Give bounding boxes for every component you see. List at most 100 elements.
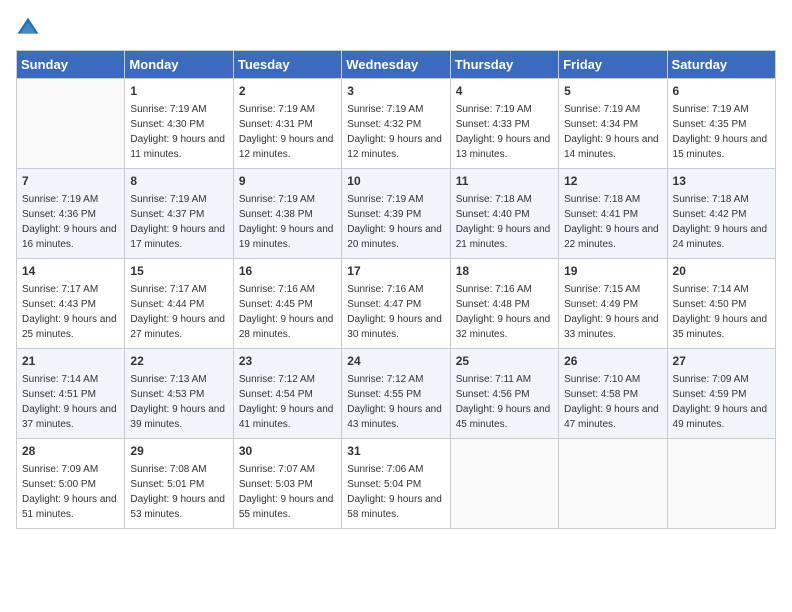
day-sunrise: Sunrise: 7:11 AM — [456, 374, 531, 385]
day-sunset: Sunset: 4:56 PM — [456, 389, 530, 400]
day-daylight: Daylight: 9 hours and 53 minutes. — [130, 494, 225, 520]
day-sunset: Sunset: 4:48 PM — [456, 299, 530, 310]
calendar-cell: 17 Sunrise: 7:16 AM Sunset: 4:47 PM Dayl… — [342, 259, 450, 349]
day-sunrise: Sunrise: 7:19 AM — [347, 194, 423, 205]
day-sunrise: Sunrise: 7:09 AM — [22, 464, 98, 475]
calendar-week-1: 1 Sunrise: 7:19 AM Sunset: 4:30 PM Dayli… — [17, 79, 776, 169]
day-number: 12 — [564, 173, 661, 190]
calendar-cell: 23 Sunrise: 7:12 AM Sunset: 4:54 PM Dayl… — [233, 349, 341, 439]
day-number: 25 — [456, 353, 553, 370]
calendar-cell: 29 Sunrise: 7:08 AM Sunset: 5:01 PM Dayl… — [125, 439, 233, 529]
day-sunset: Sunset: 4:45 PM — [239, 299, 313, 310]
day-daylight: Daylight: 9 hours and 39 minutes. — [130, 404, 225, 430]
day-sunset: Sunset: 4:33 PM — [456, 119, 530, 130]
calendar-cell: 10 Sunrise: 7:19 AM Sunset: 4:39 PM Dayl… — [342, 169, 450, 259]
day-sunrise: Sunrise: 7:10 AM — [564, 374, 640, 385]
day-sunrise: Sunrise: 7:19 AM — [239, 194, 315, 205]
day-sunrise: Sunrise: 7:15 AM — [564, 284, 640, 295]
day-sunset: Sunset: 4:42 PM — [673, 209, 747, 220]
day-daylight: Daylight: 9 hours and 24 minutes. — [673, 224, 768, 250]
day-number: 18 — [456, 263, 553, 280]
day-sunrise: Sunrise: 7:06 AM — [347, 464, 423, 475]
calendar-cell: 16 Sunrise: 7:16 AM Sunset: 4:45 PM Dayl… — [233, 259, 341, 349]
day-number: 17 — [347, 263, 444, 280]
day-number: 8 — [130, 173, 227, 190]
day-number: 13 — [673, 173, 770, 190]
col-thursday: Thursday — [450, 51, 558, 79]
day-number: 16 — [239, 263, 336, 280]
day-number: 2 — [239, 83, 336, 100]
day-sunset: Sunset: 4:43 PM — [22, 299, 96, 310]
calendar-cell: 24 Sunrise: 7:12 AM Sunset: 4:55 PM Dayl… — [342, 349, 450, 439]
day-daylight: Daylight: 9 hours and 41 minutes. — [239, 404, 334, 430]
day-sunrise: Sunrise: 7:19 AM — [456, 104, 532, 115]
day-sunset: Sunset: 4:40 PM — [456, 209, 530, 220]
calendar-cell — [17, 79, 125, 169]
calendar-cell: 2 Sunrise: 7:19 AM Sunset: 4:31 PM Dayli… — [233, 79, 341, 169]
day-sunrise: Sunrise: 7:19 AM — [130, 104, 206, 115]
day-daylight: Daylight: 9 hours and 47 minutes. — [564, 404, 659, 430]
day-daylight: Daylight: 9 hours and 43 minutes. — [347, 404, 442, 430]
calendar-cell — [450, 439, 558, 529]
day-sunset: Sunset: 4:50 PM — [673, 299, 747, 310]
day-sunset: Sunset: 4:55 PM — [347, 389, 421, 400]
calendar-cell: 9 Sunrise: 7:19 AM Sunset: 4:38 PM Dayli… — [233, 169, 341, 259]
calendar-cell — [559, 439, 667, 529]
day-sunset: Sunset: 4:58 PM — [564, 389, 638, 400]
day-daylight: Daylight: 9 hours and 55 minutes. — [239, 494, 334, 520]
day-daylight: Daylight: 9 hours and 12 minutes. — [239, 134, 334, 160]
calendar-cell: 22 Sunrise: 7:13 AM Sunset: 4:53 PM Dayl… — [125, 349, 233, 439]
page-header — [16, 16, 776, 40]
day-sunrise: Sunrise: 7:19 AM — [22, 194, 98, 205]
day-daylight: Daylight: 9 hours and 35 minutes. — [673, 314, 768, 340]
day-sunset: Sunset: 4:36 PM — [22, 209, 96, 220]
day-number: 5 — [564, 83, 661, 100]
calendar-week-5: 28 Sunrise: 7:09 AM Sunset: 5:00 PM Dayl… — [17, 439, 776, 529]
calendar-cell: 6 Sunrise: 7:19 AM Sunset: 4:35 PM Dayli… — [667, 79, 775, 169]
day-number: 30 — [239, 443, 336, 460]
day-number: 28 — [22, 443, 119, 460]
day-number: 20 — [673, 263, 770, 280]
col-saturday: Saturday — [667, 51, 775, 79]
day-daylight: Daylight: 9 hours and 15 minutes. — [673, 134, 768, 160]
day-sunset: Sunset: 4:49 PM — [564, 299, 638, 310]
calendar-cell: 19 Sunrise: 7:15 AM Sunset: 4:49 PM Dayl… — [559, 259, 667, 349]
day-sunrise: Sunrise: 7:12 AM — [347, 374, 423, 385]
day-daylight: Daylight: 9 hours and 51 minutes. — [22, 494, 117, 520]
day-daylight: Daylight: 9 hours and 58 minutes. — [347, 494, 442, 520]
calendar-cell: 1 Sunrise: 7:19 AM Sunset: 4:30 PM Dayli… — [125, 79, 233, 169]
day-sunrise: Sunrise: 7:09 AM — [673, 374, 749, 385]
day-sunset: Sunset: 5:04 PM — [347, 479, 421, 490]
day-sunrise: Sunrise: 7:19 AM — [130, 194, 206, 205]
day-number: 10 — [347, 173, 444, 190]
calendar-cell: 28 Sunrise: 7:09 AM Sunset: 5:00 PM Dayl… — [17, 439, 125, 529]
day-sunset: Sunset: 4:30 PM — [130, 119, 204, 130]
day-sunrise: Sunrise: 7:19 AM — [347, 104, 423, 115]
day-sunset: Sunset: 5:01 PM — [130, 479, 204, 490]
day-number: 27 — [673, 353, 770, 370]
calendar-cell: 18 Sunrise: 7:16 AM Sunset: 4:48 PM Dayl… — [450, 259, 558, 349]
day-sunset: Sunset: 4:53 PM — [130, 389, 204, 400]
calendar-cell: 12 Sunrise: 7:18 AM Sunset: 4:41 PM Dayl… — [559, 169, 667, 259]
calendar-cell: 4 Sunrise: 7:19 AM Sunset: 4:33 PM Dayli… — [450, 79, 558, 169]
day-sunrise: Sunrise: 7:19 AM — [239, 104, 315, 115]
col-monday: Monday — [125, 51, 233, 79]
day-daylight: Daylight: 9 hours and 27 minutes. — [130, 314, 225, 340]
logo-icon — [16, 16, 40, 40]
day-sunset: Sunset: 4:44 PM — [130, 299, 204, 310]
day-sunset: Sunset: 4:54 PM — [239, 389, 313, 400]
day-daylight: Daylight: 9 hours and 45 minutes. — [456, 404, 551, 430]
day-daylight: Daylight: 9 hours and 49 minutes. — [673, 404, 768, 430]
day-daylight: Daylight: 9 hours and 33 minutes. — [564, 314, 659, 340]
day-daylight: Daylight: 9 hours and 19 minutes. — [239, 224, 334, 250]
day-sunset: Sunset: 4:35 PM — [673, 119, 747, 130]
calendar-body: 1 Sunrise: 7:19 AM Sunset: 4:30 PM Dayli… — [17, 79, 776, 529]
day-number: 14 — [22, 263, 119, 280]
header-row: Sunday Monday Tuesday Wednesday Thursday… — [17, 51, 776, 79]
day-number: 31 — [347, 443, 444, 460]
day-number: 22 — [130, 353, 227, 370]
day-daylight: Daylight: 9 hours and 21 minutes. — [456, 224, 551, 250]
day-sunset: Sunset: 4:32 PM — [347, 119, 421, 130]
day-number: 11 — [456, 173, 553, 190]
day-sunrise: Sunrise: 7:18 AM — [456, 194, 532, 205]
